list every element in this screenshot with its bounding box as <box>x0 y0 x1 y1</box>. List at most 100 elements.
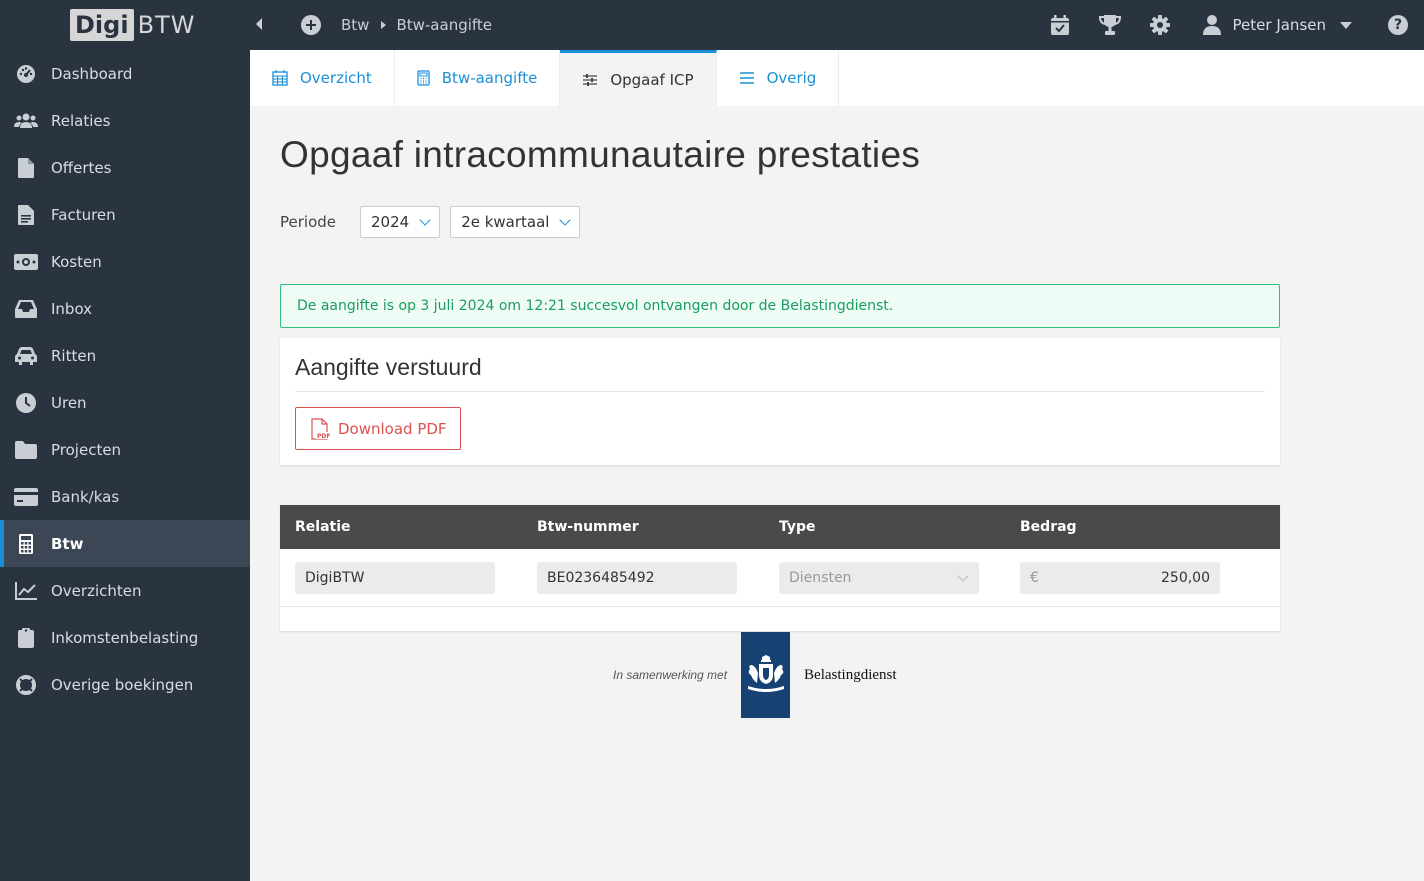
tab-overig[interactable]: Overig <box>717 50 840 106</box>
sidebar-item-label: Uren <box>51 393 87 412</box>
tab-btw-aangifte[interactable]: Btw-aangifte <box>395 50 561 106</box>
breadcrumb-btw-aangifte[interactable]: Btw-aangifte <box>396 16 492 34</box>
lifebuoy-icon <box>14 674 38 696</box>
calendar-check-icon[interactable] <box>1049 14 1071 36</box>
sidebar-item-inkomstenbelasting[interactable]: Inkomstenbelasting <box>0 614 250 661</box>
add-icon[interactable] <box>301 15 321 35</box>
chevron-down-icon <box>419 214 431 226</box>
sidebar-item-relaties[interactable]: Relaties <box>0 97 250 144</box>
sidebar-item-overzichten[interactable]: Overzichten <box>0 567 250 614</box>
sidebar-item-label: Overzichten <box>51 581 142 600</box>
user-icon[interactable] <box>1201 14 1223 36</box>
sidebar-item-overige-boekingen[interactable]: Overige boekingen <box>0 661 250 708</box>
sidebar-item-label: Dashboard <box>51 64 133 83</box>
sidebar-item-label: Inkomstenbelasting <box>51 628 199 647</box>
sidebar-item-label: Btw <box>51 534 84 553</box>
year-select[interactable]: 2024 <box>360 206 441 238</box>
car-icon <box>14 345 38 367</box>
logo[interactable]: Digi BTW <box>0 0 250 50</box>
sidebar-item-offertes[interactable]: Offertes <box>0 144 250 191</box>
line-chart-icon <box>14 580 38 602</box>
success-alert: De aangifte is op 3 juli 2024 om 12:21 s… <box>280 284 1280 328</box>
logo-btw: BTW <box>137 11 196 39</box>
menu-icon <box>739 71 755 85</box>
bedrag-value: 250,00 <box>1161 569 1210 586</box>
file-icon <box>14 157 38 179</box>
sidebar-item-bank-kas[interactable]: Bank/kas <box>0 473 250 520</box>
collapse-sidebar-icon[interactable] <box>256 18 262 30</box>
sidebar-item-label: Kosten <box>51 252 102 271</box>
sidebar-item-label: Ritten <box>51 346 97 365</box>
pdf-file-icon: PDF <box>310 417 330 440</box>
quarter-value: 2e kwartaal <box>461 213 550 231</box>
users-icon <box>14 110 38 132</box>
sidebar-nav: Dashboard Relaties Offertes Facturen Kos… <box>0 50 250 708</box>
column-header-bedrag: Bedrag <box>1020 519 1077 535</box>
bedrag-field[interactable]: € 250,00 <box>1020 561 1220 594</box>
calculator-icon <box>417 70 430 86</box>
sidebar-item-btw[interactable]: Btw <box>0 520 250 567</box>
breadcrumb-btw[interactable]: Btw <box>341 16 369 34</box>
tab-label: Overig <box>766 69 817 87</box>
tab-label: Btw-aangifte <box>441 69 538 87</box>
inbox-icon <box>14 298 38 320</box>
chevron-down-icon <box>559 214 572 226</box>
download-pdf-button[interactable]: PDF Download PDF <box>295 407 461 450</box>
partner-block: In samenwerking met Belastingdienst <box>613 632 897 718</box>
sidebar-item-inbox[interactable]: Inbox <box>0 285 250 332</box>
column-header-relatie: Relatie <box>295 519 351 535</box>
trophy-icon[interactable] <box>1098 14 1121 36</box>
submission-card: Aangifte verstuurd PDF Download PDF <box>280 338 1280 465</box>
folder-icon <box>14 439 38 461</box>
tab-overzicht[interactable]: Overzicht <box>250 50 395 106</box>
sidebar-item-label: Relaties <box>51 111 111 130</box>
partner-text: In samenwerking met <box>613 668 728 682</box>
user-menu-caret-icon[interactable] <box>1340 21 1352 29</box>
money-icon <box>14 251 38 273</box>
cell-type: Diensten <box>764 561 1005 594</box>
quarter-select[interactable]: 2e kwartaal <box>450 206 581 238</box>
sidebar-item-label: Projecten <box>51 440 122 459</box>
svg-text:PDF: PDF <box>317 433 330 440</box>
page-title: Opgaaf intracommunautaire prestaties <box>280 134 921 175</box>
sliders-icon <box>582 72 598 88</box>
tab-bar: Overzicht Btw-aangifte Opgaaf ICP Overig <box>250 50 1424 106</box>
logo-digi: Digi <box>70 9 134 41</box>
column-header-btw-nummer: Btw-nummer <box>537 519 639 535</box>
sidebar-item-label: Offertes <box>51 158 112 177</box>
main-content: Opgaaf intracommunautaire prestaties Per… <box>280 106 1280 631</box>
column-header-type: Type <box>779 519 816 535</box>
topbar-actions: Peter Jansen ? <box>1021 0 1424 50</box>
sidebar-item-dashboard[interactable]: Dashboard <box>0 50 250 97</box>
currency-symbol: € <box>1030 569 1039 586</box>
table-header: Relatie Btw-nummer Type Bedrag <box>280 505 1280 549</box>
type-value: Diensten <box>789 569 852 586</box>
sidebar-item-kosten[interactable]: Kosten <box>0 238 250 285</box>
sidebar-item-label: Facturen <box>51 205 116 224</box>
dashboard-icon <box>14 63 38 85</box>
sidebar-item-ritten[interactable]: Ritten <box>0 332 250 379</box>
type-select[interactable]: Diensten <box>779 561 979 594</box>
user-name[interactable]: Peter Jansen <box>1233 16 1326 34</box>
relatie-field[interactable]: DigiBTW <box>295 561 495 594</box>
table-row: DigiBTW BE0236485492 Diensten € 250,00 <box>280 549 1280 607</box>
credit-card-icon <box>14 486 38 508</box>
sidebar-item-projecten[interactable]: Projecten <box>0 426 250 473</box>
sidebar-item-label: Inbox <box>51 299 93 318</box>
card-title: Aangifte verstuurd <box>295 354 1265 392</box>
tab-opgaaf-icp[interactable]: Opgaaf ICP <box>560 50 717 106</box>
download-pdf-label: Download PDF <box>338 419 447 438</box>
sidebar: Digi BTW Dashboard Relaties Offertes Fac… <box>0 0 250 881</box>
btw-nummer-field[interactable]: BE0236485492 <box>537 561 737 594</box>
help-icon[interactable]: ? <box>1388 15 1408 35</box>
sidebar-item-label: Bank/kas <box>51 487 120 506</box>
sidebar-item-uren[interactable]: Uren <box>0 379 250 426</box>
breadcrumb-separator-icon <box>381 21 387 29</box>
chevron-down-icon <box>957 569 969 582</box>
period-filter: Periode 2024 2e kwartaal <box>280 206 1280 238</box>
clipboard-icon <box>14 627 38 649</box>
sidebar-item-facturen[interactable]: Facturen <box>0 191 250 238</box>
cell-relatie: DigiBTW <box>280 561 522 594</box>
gear-icon[interactable] <box>1149 14 1171 36</box>
clock-icon <box>14 392 38 414</box>
